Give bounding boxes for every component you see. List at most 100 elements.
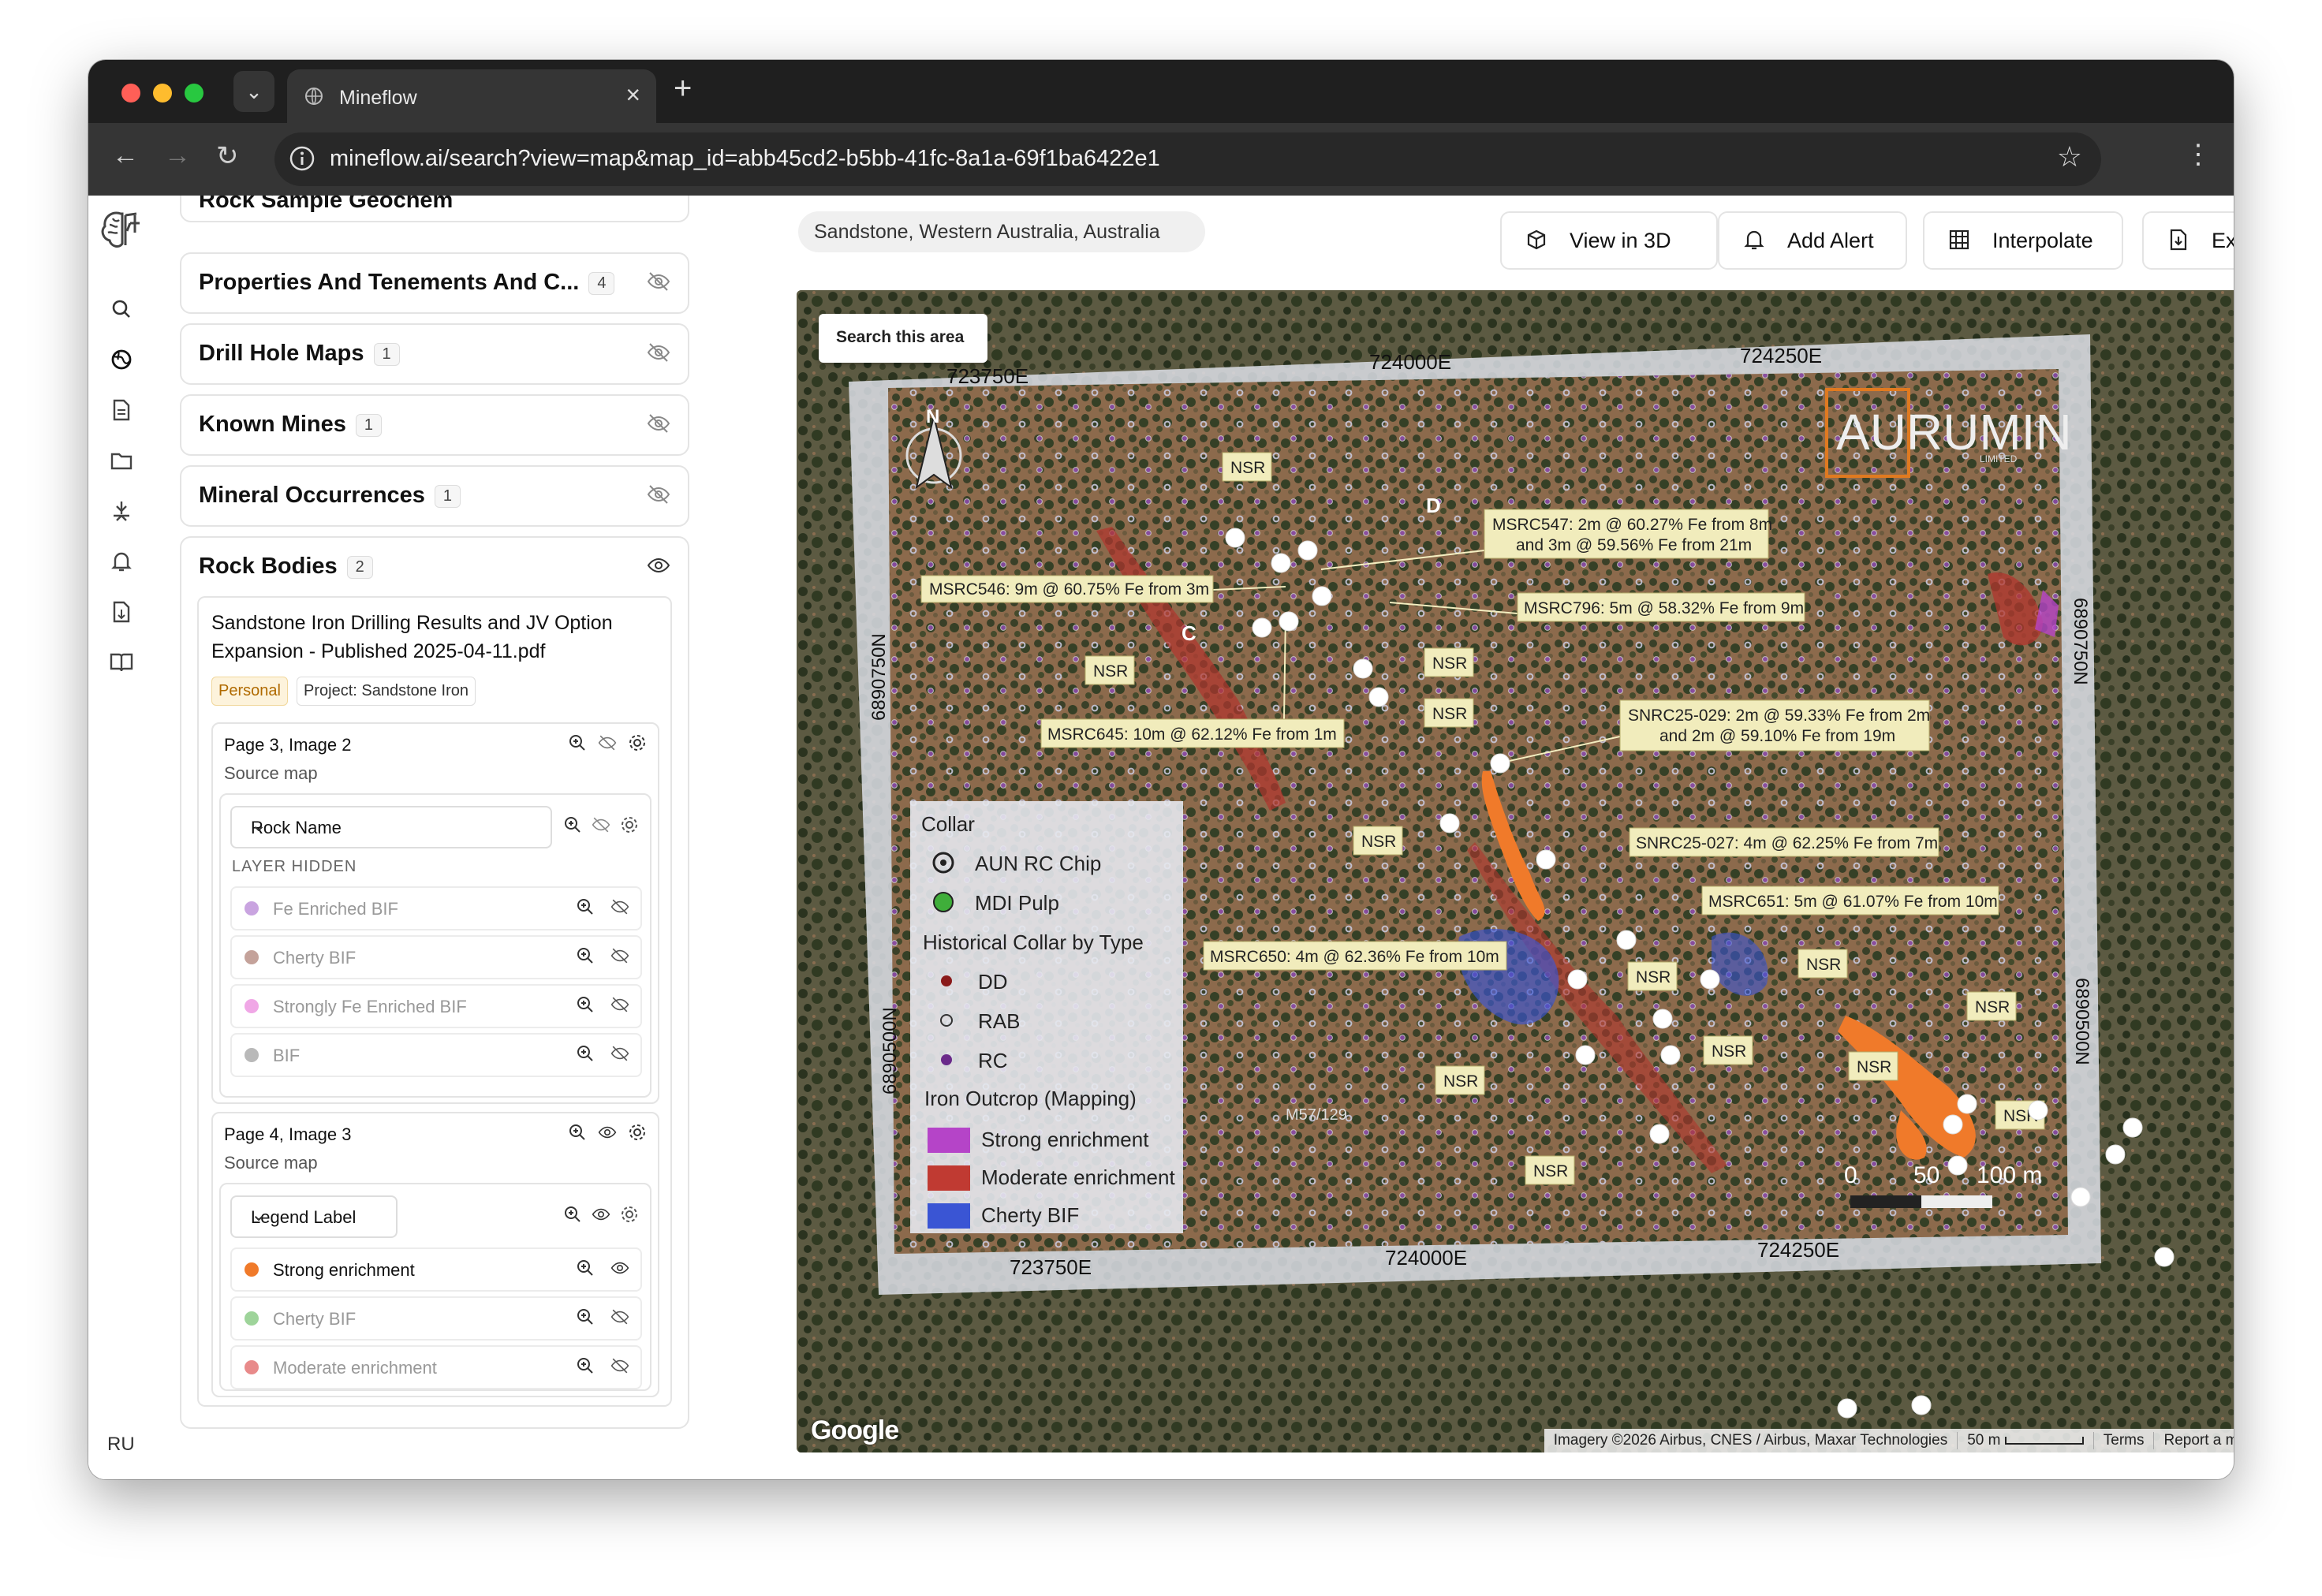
- eye-icon[interactable]: [610, 1259, 629, 1277]
- close-window-button[interactable]: [121, 84, 140, 103]
- zoom-in-icon[interactable]: [568, 733, 587, 752]
- back-icon[interactable]: ←: [112, 140, 139, 171]
- zoom-in-icon[interactable]: [576, 1356, 595, 1375]
- eye-off-icon[interactable]: [610, 995, 629, 1014]
- svg-text:NSR: NSR: [1432, 705, 1467, 723]
- zoom-in-icon[interactable]: [576, 897, 595, 916]
- zoom-in-icon[interactable]: [576, 1259, 595, 1277]
- layer-card-rock-sample[interactable]: Rock Sample Geochem: [180, 196, 689, 222]
- zoom-in-icon[interactable]: [576, 1044, 595, 1063]
- forward-icon[interactable]: →: [164, 140, 191, 171]
- eye-off-icon[interactable]: [610, 946, 629, 965]
- maximize-window-button[interactable]: [185, 84, 203, 103]
- style-field-select[interactable]: Rock Name ⌄: [230, 806, 552, 848]
- gear-icon[interactable]: [628, 1123, 647, 1142]
- button-label: View in 3D: [1570, 229, 1671, 252]
- zoom-in-icon[interactable]: [576, 1307, 595, 1326]
- eye-off-icon[interactable]: [598, 733, 617, 752]
- eye-icon[interactable]: [647, 554, 670, 577]
- layer-card-known-mines[interactable]: Known Mines 1: [180, 394, 689, 456]
- reload-icon[interactable]: ↻: [216, 140, 239, 172]
- zoom-in-icon[interactable]: [568, 1123, 587, 1142]
- svg-text:Cherty BIF: Cherty BIF: [981, 1203, 1079, 1227]
- layer-label: Rock Sample Geochem: [199, 196, 454, 213]
- view-in-3d-button[interactable]: View in 3D: [1500, 211, 1718, 270]
- eye-icon[interactable]: [598, 1123, 617, 1142]
- image-title: Page 4, Image 3: [224, 1124, 352, 1144]
- bell-icon[interactable]: [106, 546, 137, 577]
- close-tab-icon[interactable]: ×: [625, 80, 640, 110]
- user-initials[interactable]: RU: [107, 1434, 135, 1456]
- coord-label: 724250E: [1740, 344, 1822, 367]
- site-info-icon[interactable]: [289, 145, 315, 172]
- layer-label: Drill Hole Maps 1: [199, 341, 400, 367]
- gear-icon[interactable]: [620, 815, 639, 834]
- eye-off-icon[interactable]: [610, 897, 629, 916]
- svg-text:MDI Pulp: MDI Pulp: [975, 891, 1059, 915]
- bookmark-star-icon[interactable]: ☆: [2057, 140, 2082, 173]
- drill-rig-icon[interactable]: [106, 495, 137, 527]
- eye-off-icon[interactable]: [592, 815, 610, 834]
- legend-item-row[interactable]: Cherty BIF: [230, 935, 642, 979]
- legend-item-row[interactable]: BIF: [230, 1033, 642, 1077]
- eye-icon[interactable]: [592, 1205, 610, 1224]
- layer-card-mineral-occurrences[interactable]: Mineral Occurrences 1: [180, 465, 689, 527]
- add-alert-button[interactable]: Add Alert: [1718, 211, 1907, 270]
- map-view[interactable]: 723750E 724000E 724250E 723750E 724000E …: [797, 290, 2234, 1452]
- layer-label: Mineral Occurrences 1: [199, 483, 461, 509]
- style-field-select[interactable]: Legend Label ⌄: [230, 1195, 398, 1238]
- zoom-in-icon[interactable]: [563, 1205, 582, 1224]
- gear-icon[interactable]: [628, 733, 647, 752]
- legend-item-row[interactable]: Moderate enrichment: [230, 1345, 642, 1389]
- book-icon[interactable]: [106, 647, 137, 678]
- gear-icon[interactable]: [620, 1205, 639, 1224]
- map-canvas[interactable]: 723750E 724000E 724250E 723750E 724000E …: [797, 290, 2234, 1452]
- legend-item-row[interactable]: Fe Enriched BIF: [230, 886, 642, 930]
- minimize-window-button[interactable]: [153, 84, 172, 103]
- eye-off-icon[interactable]: [610, 1044, 629, 1063]
- eye-off-icon[interactable]: [647, 412, 670, 435]
- eye-off-icon[interactable]: [647, 483, 670, 506]
- new-tab-button[interactable]: +: [674, 71, 692, 106]
- layer-card-properties[interactable]: Properties And Tenements And C... 4: [180, 252, 689, 314]
- search-this-area-button[interactable]: Search this area: [819, 314, 987, 363]
- tab-search-button[interactable]: ⌄: [233, 71, 274, 112]
- zoom-in-icon[interactable]: [576, 995, 595, 1014]
- report-icon[interactable]: [106, 596, 137, 628]
- zoom-in-icon[interactable]: [563, 815, 582, 834]
- button-label: Export: [2212, 229, 2234, 252]
- layer-hidden-label: LAYER HIDDEN: [232, 858, 357, 875]
- callout-msrc651[interactable]: MSRC651: 5m @ 61.07% Fe from 10m: [1701, 886, 1999, 915]
- callout-msrc650[interactable]: MSRC650: 4m @ 62.36% Fe from 10m: [1203, 941, 1507, 971]
- document-icon[interactable]: [106, 394, 137, 426]
- interpolate-button[interactable]: Interpolate: [1923, 211, 2123, 270]
- terms-link[interactable]: Terms: [2092, 1432, 2154, 1449]
- address-bar[interactable]: mineflow.ai/search?view=map&map_id=abb45…: [274, 132, 2101, 186]
- folder-icon[interactable]: [106, 445, 137, 476]
- location-chip: Sandstone, Western Australia, Australia: [798, 211, 1205, 252]
- eye-off-icon[interactable]: [647, 270, 670, 293]
- map-scale[interactable]: 50 m: [1957, 1432, 2093, 1449]
- document-title[interactable]: Sandstone Iron Drilling Results and JV O…: [211, 609, 661, 666]
- globe-nav-icon[interactable]: [106, 344, 137, 375]
- callout-snrc25-027[interactable]: SNRC25-027: 4m @ 62.25% Fe from 7m: [1629, 827, 1939, 857]
- eye-off-icon[interactable]: [610, 1356, 629, 1375]
- eye-off-icon[interactable]: [647, 341, 670, 364]
- svg-text:Iron Outcrop (Mapping): Iron Outcrop (Mapping): [924, 1087, 1137, 1110]
- brain-logo-icon[interactable]: [98, 207, 145, 254]
- zoom-in-icon[interactable]: [576, 946, 595, 965]
- export-button[interactable]: Export: [2142, 211, 2234, 270]
- report-map-error-link[interactable]: Report a map error: [2153, 1432, 2234, 1449]
- tab-bar: ⌄ Mineflow × +: [88, 60, 2234, 123]
- legend-item-row[interactable]: Cherty BIF: [230, 1296, 642, 1341]
- svg-text:Historical Collar by Type: Historical Collar by Type: [923, 930, 1144, 954]
- legend-item-row[interactable]: Strongly Fe Enriched BIF: [230, 984, 642, 1028]
- layer-card-drill-hole-maps[interactable]: Drill Hole Maps 1: [180, 323, 689, 385]
- search-icon[interactable]: [106, 293, 137, 325]
- browser-menu-icon[interactable]: ⋮: [2185, 139, 2212, 170]
- eye-off-icon[interactable]: [610, 1307, 629, 1326]
- count-badge: 1: [434, 484, 461, 508]
- legend-item-row[interactable]: Strong enrichment: [230, 1247, 642, 1292]
- browser-tab[interactable]: Mineflow ×: [287, 69, 656, 123]
- coord-label: 6890500N: [879, 1007, 901, 1094]
